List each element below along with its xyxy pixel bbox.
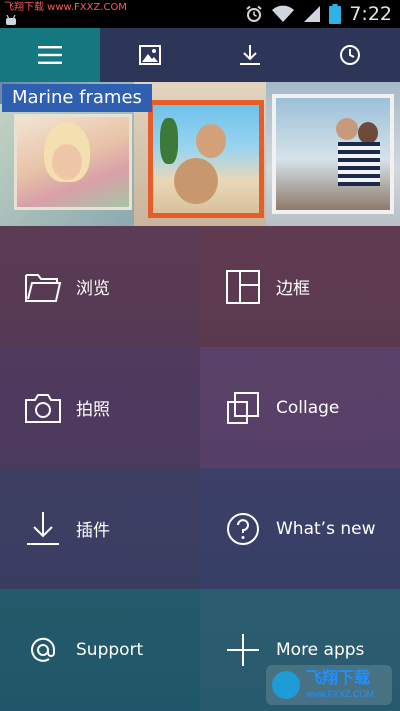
banner-title: Marine frames	[2, 84, 152, 112]
tab-gallery[interactable]	[100, 28, 200, 82]
menu-icon	[38, 46, 62, 64]
menu-whats-new-label: What’s new	[276, 518, 376, 539]
tab-download[interactable]	[200, 28, 300, 82]
menu-frames-label: 边框	[276, 279, 310, 299]
menu-camera-label: 拍照	[76, 400, 110, 420]
status-bar: 飞翔下载 www.FXXZ.COM 7:22	[0, 0, 400, 28]
plus-icon	[224, 631, 262, 669]
tab-menu[interactable]	[0, 28, 100, 82]
help-circle-icon	[224, 510, 262, 548]
banner-photo-center	[134, 82, 266, 226]
watermark-badge: 飞翔下载 www.FXXZ.COM	[266, 665, 392, 705]
menu-camera[interactable]: 拍照	[0, 347, 200, 468]
alarm-clock-icon	[246, 5, 262, 22]
download-icon	[240, 45, 260, 65]
menu-browse[interactable]: 浏览	[0, 226, 200, 347]
menu-more-apps-label: More apps	[276, 640, 365, 660]
banner-photo-right	[266, 82, 400, 226]
at-sign-icon	[24, 631, 62, 669]
wifi-icon	[272, 5, 295, 22]
tab-bar	[0, 28, 400, 82]
menu-support[interactable]: Support	[0, 589, 200, 711]
clock-icon	[340, 45, 360, 65]
watermark-badge-text: 飞翔下载	[306, 670, 371, 687]
image-icon	[139, 45, 161, 65]
collage-icon	[224, 389, 262, 427]
status-time: 7:22	[349, 3, 392, 25]
watermark-logo	[272, 671, 300, 699]
camera-icon	[24, 389, 62, 427]
signal-icon	[304, 6, 321, 22]
menu-browse-label: 浏览	[76, 279, 110, 299]
tab-history[interactable]	[300, 28, 400, 82]
menu-support-label: Support	[76, 640, 144, 660]
menu-collage[interactable]: Collage	[200, 347, 400, 468]
main-menu-grid: 浏览 边框 拍照 Collage 插件 What’s new Support M…	[0, 226, 400, 711]
menu-frames[interactable]: 边框	[200, 226, 400, 347]
menu-collage-label: Collage	[276, 397, 340, 418]
menu-plugins[interactable]: 插件	[0, 468, 200, 589]
folder-icon	[24, 268, 62, 306]
menu-whats-new[interactable]: What’s new	[200, 468, 400, 589]
android-bug-icon	[6, 15, 16, 25]
download-icon	[24, 510, 62, 548]
menu-plugins-label: 插件	[76, 521, 110, 541]
watermark-badge-url: www.FXXZ.COM	[306, 689, 375, 699]
watermark-top: 飞翔下载 www.FXXZ.COM	[4, 2, 127, 13]
battery-icon	[329, 4, 342, 24]
frame-layout-icon	[224, 268, 262, 306]
menu-more-apps[interactable]: More apps 飞翔下载 www.FXXZ.COM	[200, 589, 400, 711]
banner-photo-left	[0, 104, 134, 226]
featured-banner[interactable]: Marine frames	[0, 82, 400, 226]
